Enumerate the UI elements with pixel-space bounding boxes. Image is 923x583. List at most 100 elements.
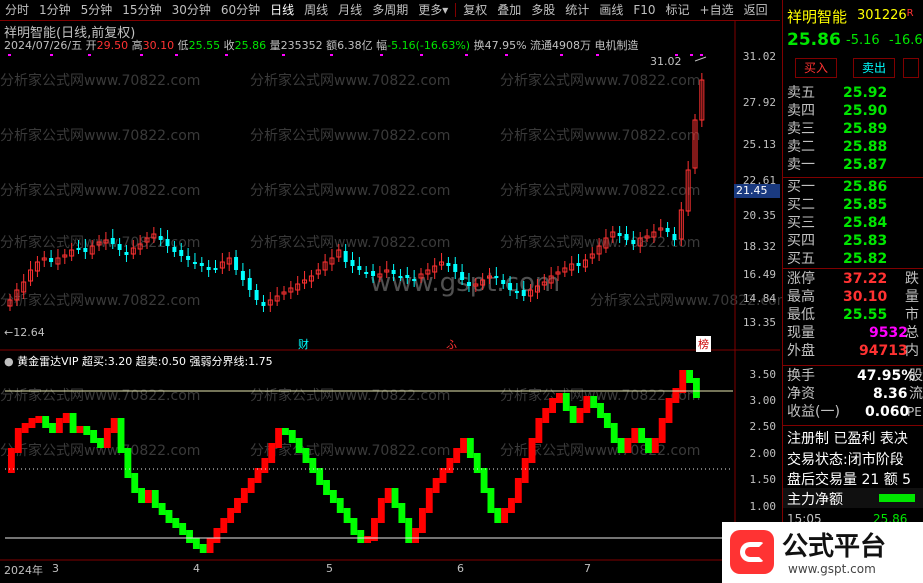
- indicator-step: [446, 458, 454, 473]
- indicator-step: [336, 498, 344, 513]
- indicator-step: [213, 528, 221, 543]
- main-flow-row[interactable]: 主力净额: [783, 488, 923, 508]
- indicator-step: [316, 468, 324, 485]
- indicator-header[interactable]: ● 黄金雷达VIP 超买:3.20 超卖:0.50 强弱分界线:1.75: [4, 353, 273, 369]
- candle-body: [617, 233, 622, 236]
- indicator-step: [412, 528, 419, 543]
- candlestick-chart[interactable]: [0, 0, 780, 583]
- ask-row[interactable]: 卖四 25.90: [787, 102, 923, 120]
- signal-dot: [50, 54, 53, 56]
- indicator-step: [521, 458, 529, 483]
- bid-row[interactable]: 买四 25.83: [787, 232, 923, 250]
- price-axis: 31.02 27.92 25.13 22.61 20.35 18.32 16.4…: [735, 20, 780, 350]
- stat-row: 净资 8.36 流: [787, 386, 923, 402]
- stat-row: 现量 9532 总: [787, 325, 919, 341]
- indicator-step: [357, 530, 365, 543]
- candle-body: [186, 256, 191, 260]
- candle-body: [247, 278, 252, 290]
- oversell-label: 超卖:: [135, 355, 162, 368]
- ask-row[interactable]: 卖二 25.88: [787, 138, 923, 156]
- indicator-step: [610, 423, 618, 443]
- indicator-step: [679, 370, 687, 393]
- indicator-step: [206, 538, 214, 553]
- indicator-step: [329, 490, 337, 503]
- signal-dots: [8, 54, 703, 56]
- signal-dot: [596, 54, 599, 56]
- price-tick: 20.35: [742, 209, 776, 222]
- indicator-step: [590, 396, 598, 408]
- ask-row[interactable]: 卖一 25.87: [787, 156, 923, 174]
- indicator-step: [603, 413, 611, 428]
- indicator-step: [617, 438, 625, 453]
- panel-toggle[interactable]: [903, 58, 919, 78]
- time-month: 5: [326, 562, 333, 575]
- candle-body: [124, 252, 129, 255]
- indicator-step: [350, 518, 358, 535]
- candle-body: [514, 291, 519, 293]
- indicator-step: [62, 413, 70, 423]
- indicator-tick: 3.00: [749, 394, 777, 407]
- price-tick: 27.92: [742, 96, 776, 109]
- indicator-step: [501, 508, 509, 523]
- ask-row[interactable]: 卖三 25.89: [787, 120, 923, 138]
- bid-row[interactable]: 买二 25.85: [787, 196, 923, 214]
- indicator-step: [179, 523, 187, 535]
- price-tick: 31.02: [742, 50, 776, 63]
- ask-row[interactable]: 卖五 25.92: [787, 84, 923, 102]
- sell-button[interactable]: 卖出: [853, 58, 895, 78]
- candle-body: [213, 268, 218, 270]
- stat-row: 涨停 37.22 跌: [787, 271, 919, 287]
- price-tick: 18.32: [742, 240, 776, 253]
- high-marker-label: 31.02: [650, 55, 682, 68]
- bid-row[interactable]: 买三 25.84: [787, 214, 923, 232]
- buy-button[interactable]: 买入: [795, 58, 837, 78]
- indicator-step: [473, 453, 481, 473]
- trade-status: 交易状态:闭市阶段: [787, 452, 904, 468]
- signal-dot: [282, 54, 285, 56]
- indicator-menu-icon[interactable]: ●: [4, 355, 14, 368]
- indicator-step: [55, 418, 63, 433]
- candle-body: [76, 248, 81, 250]
- indicator-step: [686, 370, 693, 383]
- listing-info: 注册制 已盈利 表决: [787, 431, 908, 447]
- list-marker[interactable]: 榜: [696, 336, 711, 352]
- indicator-step: [638, 428, 646, 443]
- indicator-step: [405, 518, 413, 543]
- indicator-step: [240, 488, 248, 503]
- bid-row[interactable]: 买一 25.86: [787, 178, 923, 196]
- indicator-step: [69, 413, 77, 433]
- candle-body: [665, 228, 670, 232]
- indicator-step: [28, 418, 36, 428]
- candle-body: [364, 272, 369, 274]
- candle-body: [453, 264, 458, 272]
- indicator-step: [645, 438, 652, 453]
- high-marker-line: [694, 56, 707, 62]
- finance-marker[interactable]: 财: [298, 336, 309, 352]
- stats-block: 涨停 37.22 跌 最高 30.10 量 最低 25.55 市 现量 9532 总 外盘 947…: [783, 270, 923, 365]
- indicator-step: [97, 438, 104, 448]
- indicator-step: [556, 393, 563, 403]
- time-month: 7: [584, 562, 591, 575]
- gspt-logo: 公式平台 www.gspt.com: [722, 522, 923, 583]
- main-flow-bar: [879, 494, 915, 502]
- arrow-left-icon: ←: [4, 326, 14, 339]
- indicator-group: [8, 370, 700, 553]
- signal-dot: [175, 54, 178, 56]
- indicator-step: [494, 508, 502, 523]
- indicator-step: [145, 490, 152, 503]
- indicator-step: [268, 443, 276, 463]
- time-year: 2024年: [4, 564, 43, 577]
- candle-body: [110, 238, 115, 244]
- indicator-step: [549, 398, 556, 413]
- bid-row[interactable]: 买五 25.82: [787, 250, 923, 268]
- indicator-step: [425, 488, 433, 513]
- stats2-divider: [783, 365, 923, 366]
- time-month: 6: [457, 562, 464, 575]
- candle-body: [576, 263, 581, 266]
- indicator-step: [158, 503, 166, 515]
- indicator-step: [665, 398, 673, 423]
- event-marker[interactable]: ふ: [446, 336, 457, 352]
- indicator-step: [90, 430, 98, 443]
- bid-book: 买一 25.86 买二 25.85 买三 25.84 买四 25.83 买五 25.82: [783, 178, 923, 270]
- candle-body: [261, 302, 266, 306]
